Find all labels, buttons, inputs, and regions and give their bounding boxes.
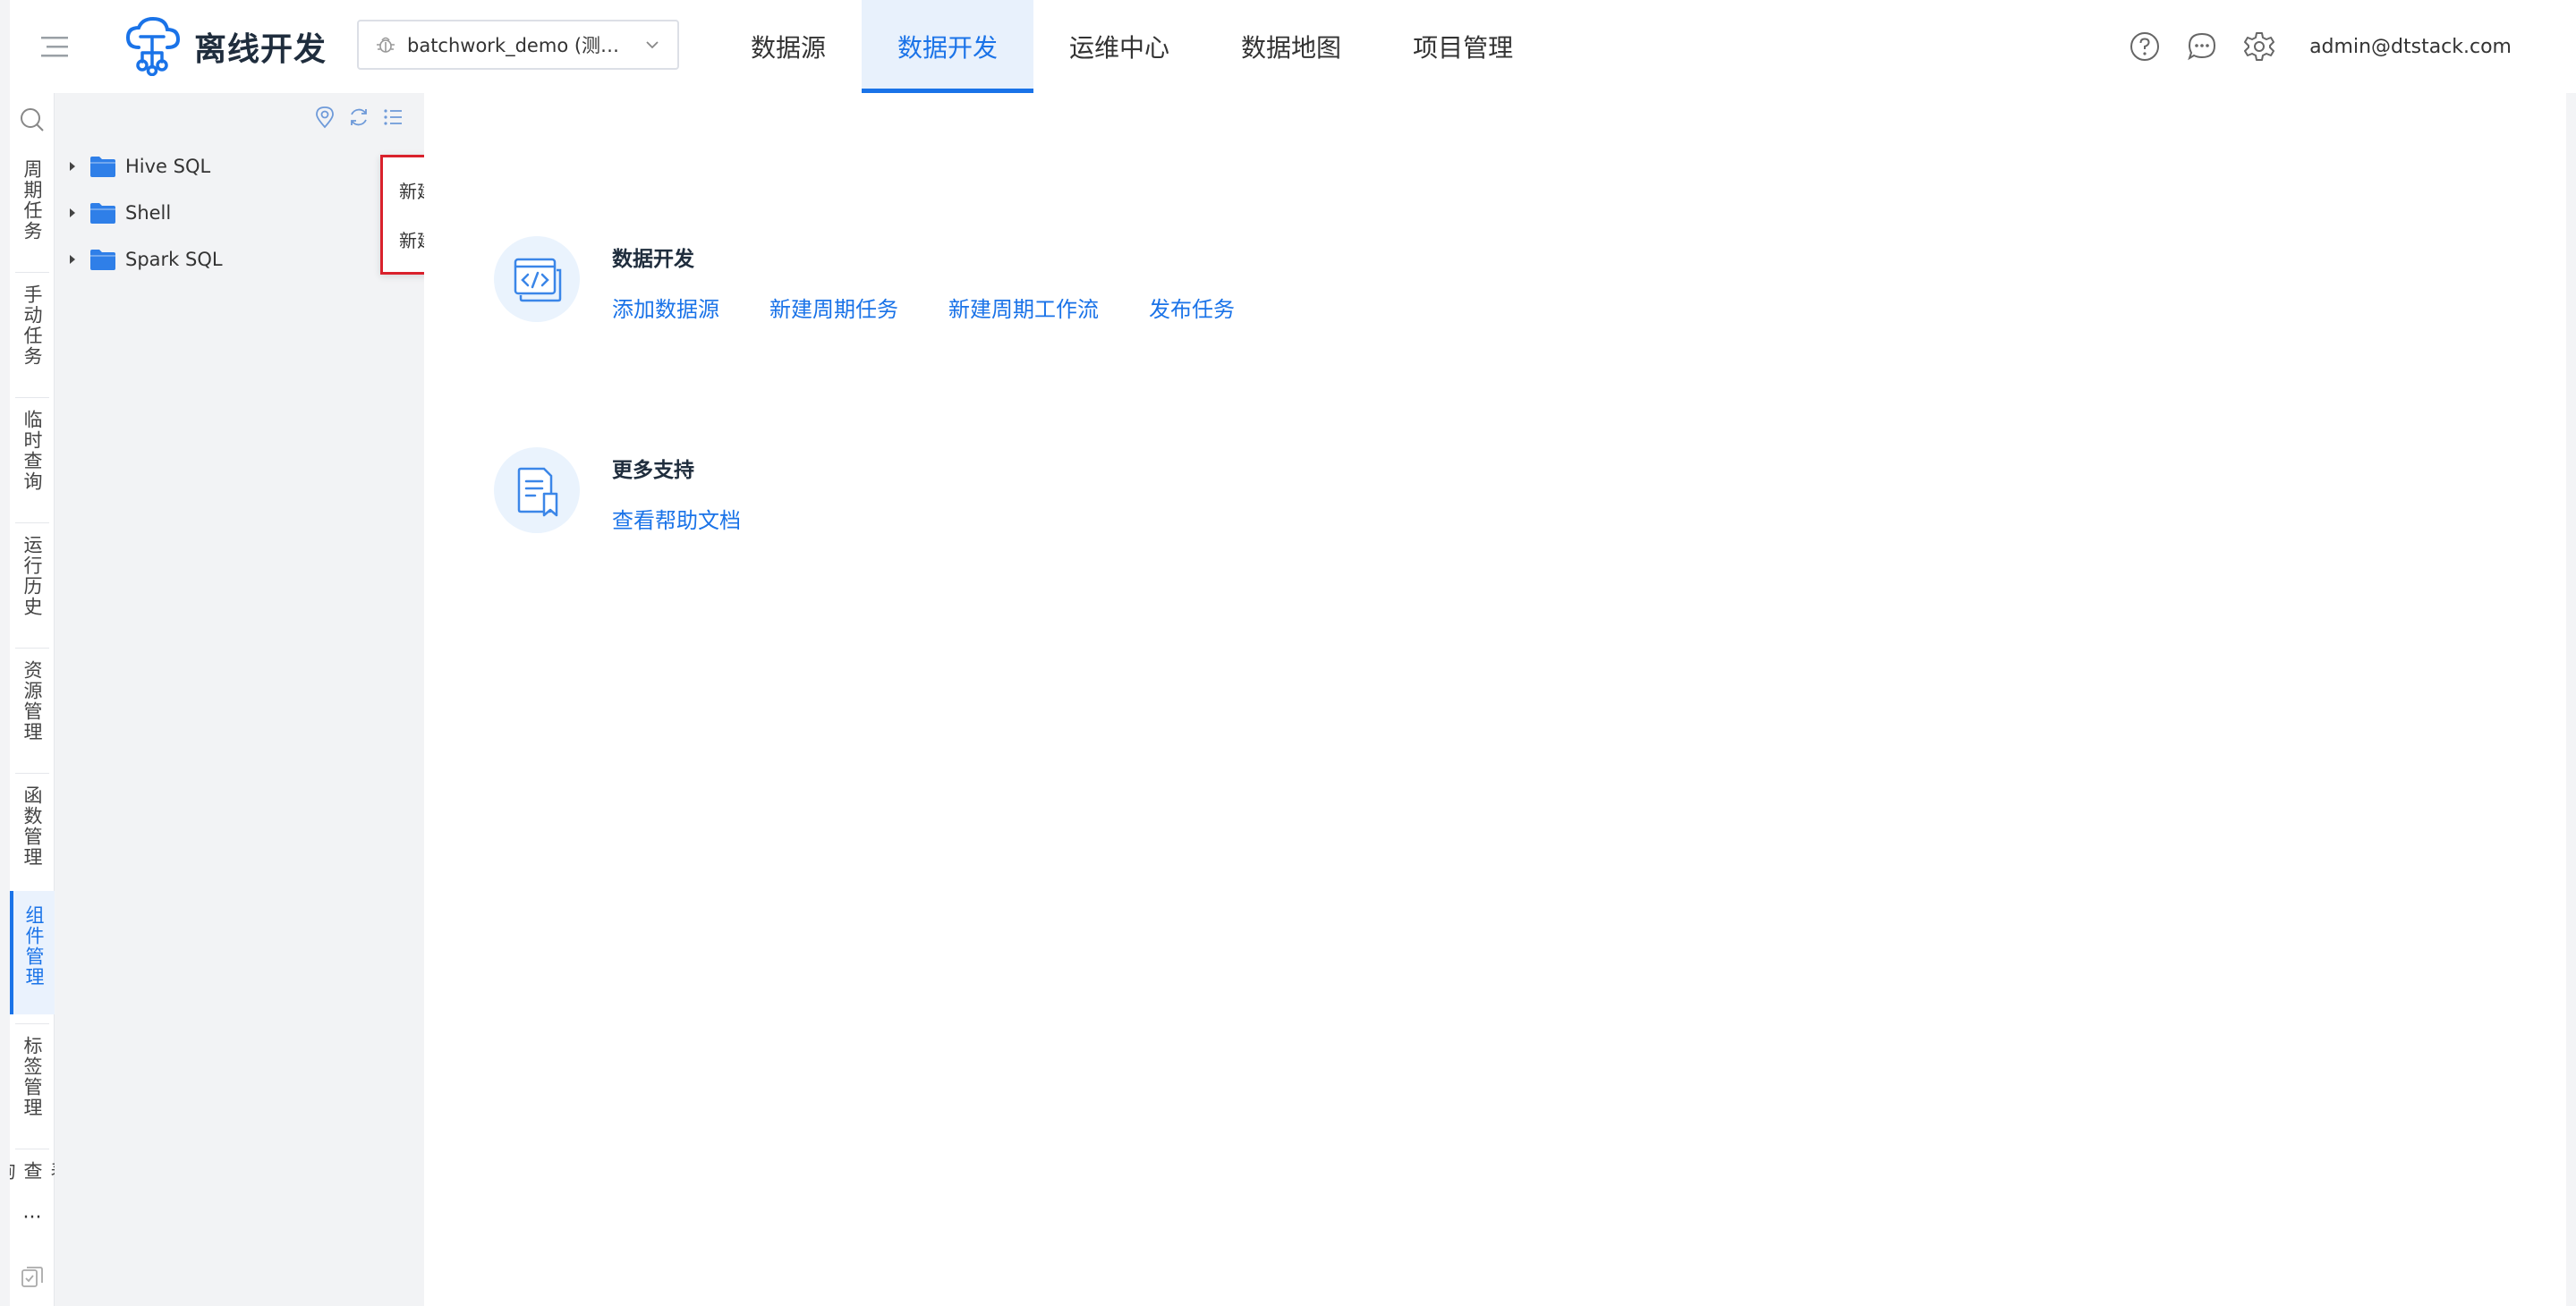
cloud-logo-icon (125, 17, 180, 76)
vtab-table-query[interactable]: 表查询 (10, 1154, 55, 1199)
app-title: 离线开发 (194, 31, 327, 68)
tree-node-label: Spark SQL (125, 249, 223, 270)
tree-node-label: Hive SQL (125, 156, 211, 177)
caret-right-icon[interactable] (64, 251, 81, 267)
section-links: 查看帮助文档 (612, 503, 741, 534)
vtab-function-mgmt[interactable]: 函数管理 (10, 778, 55, 895)
vtab-resource-mgmt[interactable]: 资源管理 (10, 653, 55, 769)
folder-icon (90, 250, 115, 270)
document-icon (494, 447, 580, 533)
publish-task-link[interactable]: 发布任务 (1149, 292, 1235, 323)
add-datasource-link[interactable]: 添加数据源 (612, 292, 719, 323)
message-icon[interactable] (2186, 30, 2218, 63)
code-window-icon (494, 236, 580, 322)
bug-icon (377, 37, 395, 53)
search-icon[interactable] (18, 106, 47, 134)
app-logo[interactable]: 离线开发 (124, 0, 327, 93)
view-help-docs-link[interactable]: 查看帮助文档 (612, 503, 741, 534)
help-icon[interactable] (2129, 30, 2161, 63)
tree-node-shell[interactable]: Shell (64, 195, 171, 231)
divider (15, 1023, 49, 1024)
tree-toolbar (313, 106, 404, 129)
divider (15, 397, 49, 398)
gear-icon[interactable] (2243, 30, 2275, 63)
nav-ops-center[interactable]: 运维中心 (1033, 0, 1205, 93)
project-select[interactable]: batchwork_demo (测试项... (357, 20, 679, 70)
divider (15, 272, 49, 273)
nav-datasource[interactable]: 数据源 (715, 0, 862, 93)
divider (15, 522, 49, 523)
user-account[interactable]: admin@dtstack.com (2309, 36, 2512, 58)
vtab-tag-mgmt[interactable]: 标签管理 (10, 1029, 55, 1145)
data-dev-section: 数据开发 添加数据源 新建周期任务 新建周期工作流 发布任务 (494, 236, 1235, 323)
tree-node-hive-sql[interactable]: Hive SQL (64, 148, 210, 184)
section-title: 数据开发 (612, 248, 694, 271)
caret-right-icon[interactable] (64, 205, 81, 221)
new-periodic-workflow-link[interactable]: 新建周期工作流 (948, 292, 1099, 323)
collapse-panel-icon[interactable] (20, 1265, 45, 1290)
divider (15, 773, 49, 774)
main-content: 数据开发 添加数据源 新建周期任务 新建周期工作流 发布任务 更多支持 查看帮助… (424, 93, 2566, 1306)
menu-toggle-icon[interactable] (37, 29, 72, 64)
chevron-down-icon (646, 41, 659, 49)
vtab-periodic-tasks[interactable]: 周期任务 (10, 152, 55, 268)
tree-node-spark-sql[interactable]: Spark SQL (64, 242, 223, 277)
nav-project-mgmt[interactable]: 项目管理 (1377, 0, 1549, 93)
divider (15, 648, 49, 649)
folder-icon (90, 203, 115, 224)
header-actions: admin@dtstack.com (2129, 0, 2512, 93)
vtab-manual-tasks[interactable]: 手动任务 (10, 277, 55, 394)
more-support-section: 更多支持 查看帮助文档 (494, 447, 741, 534)
component-tree-panel: Hive SQL Shell Spark SQL (55, 93, 424, 1306)
more-tabs-button[interactable]: ··· (10, 1207, 55, 1229)
folder-icon (90, 157, 115, 177)
nav-data-dev[interactable]: 数据开发 (862, 0, 1034, 93)
nav-data-map[interactable]: 数据地图 (1205, 0, 1377, 93)
section-links: 添加数据源 新建周期任务 新建周期工作流 发布任务 (612, 292, 1235, 323)
project-select-value: batchwork_demo (测试项... (407, 35, 633, 56)
vtab-temp-query[interactable]: 临时查询 (10, 403, 55, 519)
vtab-component-mgmt[interactable]: 组件管理 (10, 891, 55, 1014)
caret-right-icon[interactable] (64, 158, 81, 174)
vtab-run-history[interactable]: 运行历史 (10, 528, 55, 644)
list-view-icon[interactable] (381, 106, 404, 129)
refresh-icon[interactable] (347, 106, 370, 129)
new-periodic-task-link[interactable]: 新建周期任务 (769, 292, 898, 323)
locate-icon[interactable] (313, 106, 336, 129)
left-vertical-tabs: 周期任务 手动任务 临时查询 运行历史 资源管理 函数管理 组件管理 标签管理 … (10, 93, 55, 1306)
top-nav: 数据源 数据开发 运维中心 数据地图 项目管理 (715, 0, 1549, 93)
section-title: 更多支持 (612, 459, 694, 482)
top-header: 离线开发 batchwork_demo (测试项... 数据源 数据开发 运维中… (10, 0, 2576, 93)
tree-node-label: Shell (125, 202, 172, 224)
